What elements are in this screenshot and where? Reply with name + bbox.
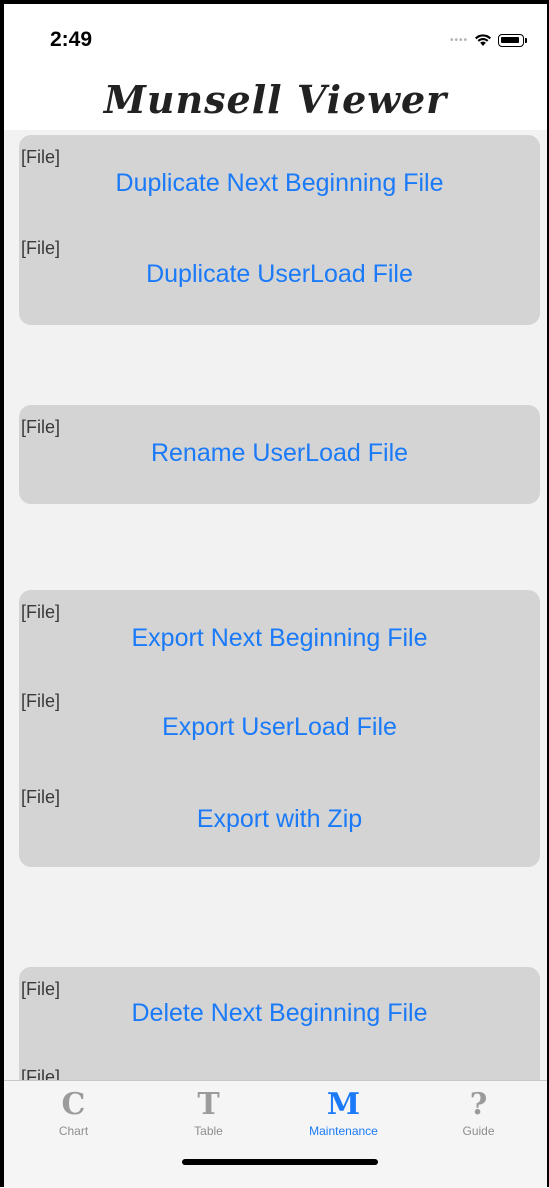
tab-guide[interactable]: ? Guide <box>411 1087 546 1139</box>
signal-dots-icon: •••• <box>449 34 468 46</box>
delete-next-beginning-file-button[interactable]: Delete Next Beginning File <box>19 999 540 1028</box>
battery-icon <box>498 33 524 47</box>
export-userload-file-button[interactable]: Export UserLoad File <box>19 713 540 742</box>
file-tag: [File] <box>21 691 61 711</box>
maintenance-icon: M <box>326 1087 361 1122</box>
app-header: Munsell Viewer <box>4 70 547 130</box>
chart-icon: C <box>61 1087 86 1122</box>
tab-chart[interactable]: C Chart <box>6 1087 141 1139</box>
export-userload-row: [File] Export UserLoad File <box>19 691 540 761</box>
home-indicator[interactable] <box>182 1159 378 1165</box>
rename-group: [File] Rename UserLoad File <box>19 405 540 504</box>
file-tag: [File] <box>21 602 61 622</box>
file-tag: [File] <box>21 1067 61 1080</box>
duplicate-next-beginning-row: [File] Duplicate Next Beginning File <box>19 147 540 217</box>
tab-label: Chart <box>58 1124 89 1138</box>
export-group: [File] Export Next Beginning File [File]… <box>19 590 540 867</box>
export-with-zip-row: [File] Export with Zip <box>19 787 540 857</box>
export-with-zip-button[interactable]: Export with Zip <box>19 805 540 834</box>
export-next-beginning-row: [File] Export Next Beginning File <box>19 602 540 672</box>
duplicate-next-beginning-file-button[interactable]: Duplicate Next Beginning File <box>19 169 540 198</box>
table-icon: T <box>197 1087 220 1122</box>
rename-userload-file-button[interactable]: Rename UserLoad File <box>19 439 540 468</box>
maintenance-list[interactable]: [File] Duplicate Next Beginning File [Fi… <box>4 130 547 1080</box>
tab-table[interactable]: T Table <box>141 1087 276 1139</box>
delete-next-beginning-row: [File] Delete Next Beginning File <box>19 979 540 1049</box>
file-tag: [File] <box>21 147 61 167</box>
file-tag: [File] <box>21 417 61 437</box>
file-tag: [File] <box>21 238 61 258</box>
rename-userload-row: [File] Rename UserLoad File <box>19 417 540 487</box>
duplicate-userload-file-button[interactable]: Duplicate UserLoad File <box>19 260 540 289</box>
status-time: 2:49 <box>50 28 93 51</box>
guide-icon: ? <box>469 1087 488 1122</box>
delete-group: [File] Delete Next Beginning File [File] <box>19 967 540 1080</box>
duplicate-userload-row: [File] Duplicate UserLoad File <box>19 238 540 308</box>
tab-label: Maintenance <box>309 1124 378 1138</box>
export-next-beginning-file-button[interactable]: Export Next Beginning File <box>19 624 540 653</box>
tab-label: Table <box>194 1124 223 1138</box>
file-tag: [File] <box>21 979 61 999</box>
tab-maintenance[interactable]: M Maintenance <box>276 1087 411 1139</box>
delete-userload-row: [File] <box>19 1067 540 1080</box>
wifi-icon <box>475 34 491 46</box>
tab-bar: C Chart T Table M Maintenance ? Guide <box>4 1080 547 1188</box>
app-title: Munsell Viewer <box>103 77 448 122</box>
tab-label: Guide <box>462 1124 495 1138</box>
status-bar: 2:49 •••• <box>4 4 547 70</box>
status-icons: •••• <box>450 32 527 48</box>
battery-cap <box>525 37 527 43</box>
duplicate-group: [File] Duplicate Next Beginning File [Fi… <box>19 135 540 325</box>
